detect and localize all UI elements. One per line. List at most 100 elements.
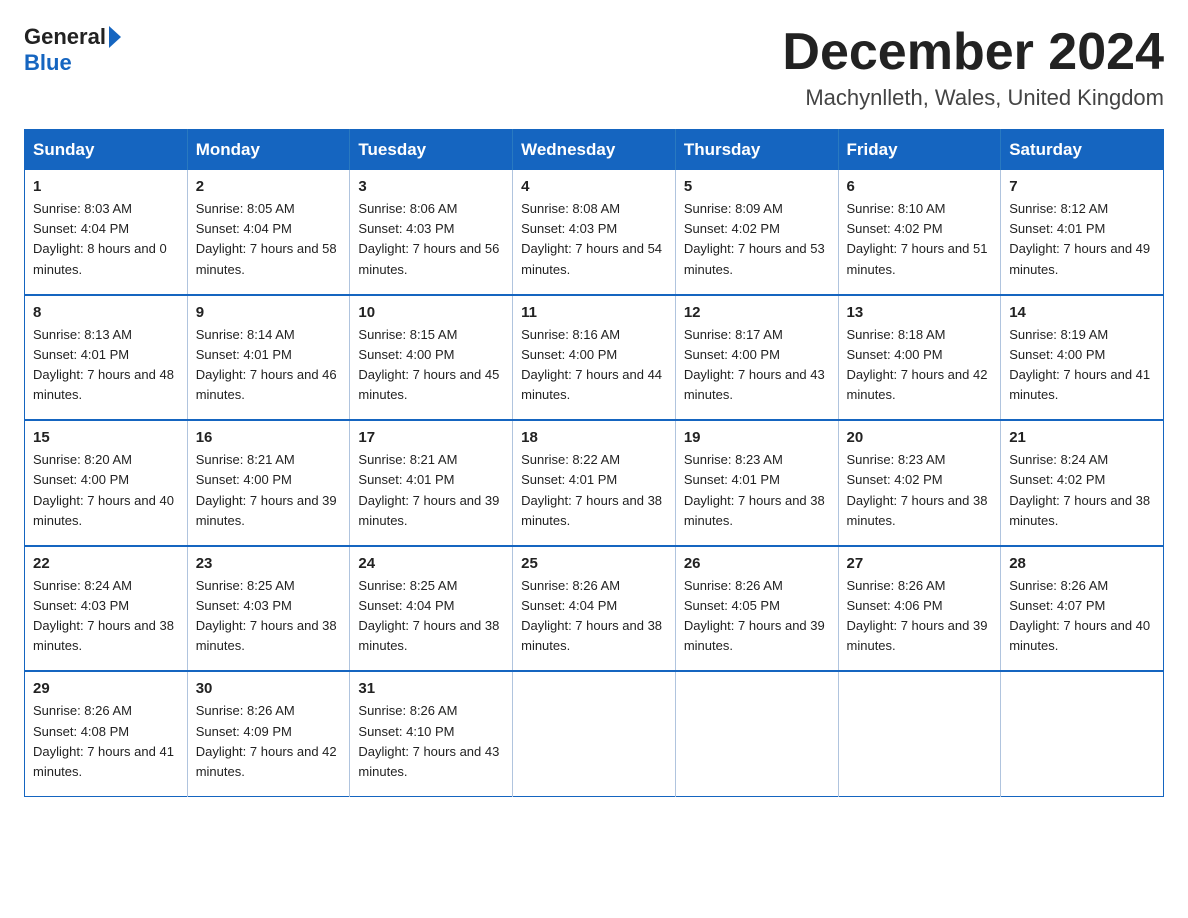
day-number: 21 [1009,429,1155,446]
day-info: Sunrise: 8:24 AMSunset: 4:02 PMDaylight:… [1009,452,1150,527]
calendar-day-cell: 30 Sunrise: 8:26 AMSunset: 4:09 PMDaylig… [187,671,350,796]
calendar-day-cell: 8 Sunrise: 8:13 AMSunset: 4:01 PMDayligh… [25,295,188,421]
day-number: 7 [1009,178,1155,195]
logo: General Blue [24,24,124,76]
day-number: 13 [847,304,993,321]
location: Machynlleth, Wales, United Kingdom [782,85,1164,111]
day-info: Sunrise: 8:19 AMSunset: 4:00 PMDaylight:… [1009,327,1150,402]
title-block: December 2024 Machynlleth, Wales, United… [782,24,1164,111]
day-info: Sunrise: 8:26 AMSunset: 4:05 PMDaylight:… [684,578,825,653]
calendar-day-cell: 11 Sunrise: 8:16 AMSunset: 4:00 PMDaylig… [513,295,676,421]
day-number: 29 [33,680,179,697]
day-info: Sunrise: 8:26 AMSunset: 4:04 PMDaylight:… [521,578,662,653]
calendar-day-cell: 1 Sunrise: 8:03 AMSunset: 4:04 PMDayligh… [25,170,188,295]
day-info: Sunrise: 8:15 AMSunset: 4:00 PMDaylight:… [358,327,499,402]
col-sunday: Sunday [25,130,188,171]
day-number: 11 [521,304,667,321]
day-info: Sunrise: 8:08 AMSunset: 4:03 PMDaylight:… [521,201,662,276]
day-number: 14 [1009,304,1155,321]
calendar-week-row: 22 Sunrise: 8:24 AMSunset: 4:03 PMDaylig… [25,546,1164,672]
col-wednesday: Wednesday [513,130,676,171]
day-info: Sunrise: 8:21 AMSunset: 4:00 PMDaylight:… [196,452,337,527]
day-info: Sunrise: 8:23 AMSunset: 4:01 PMDaylight:… [684,452,825,527]
col-saturday: Saturday [1001,130,1164,171]
day-info: Sunrise: 8:12 AMSunset: 4:01 PMDaylight:… [1009,201,1150,276]
calendar-day-cell: 3 Sunrise: 8:06 AMSunset: 4:03 PMDayligh… [350,170,513,295]
calendar-day-cell: 21 Sunrise: 8:24 AMSunset: 4:02 PMDaylig… [1001,420,1164,546]
day-info: Sunrise: 8:18 AMSunset: 4:00 PMDaylight:… [847,327,988,402]
logo-blue-text: Blue [24,50,72,76]
col-monday: Monday [187,130,350,171]
day-number: 24 [358,555,504,572]
day-number: 22 [33,555,179,572]
day-number: 5 [684,178,830,195]
day-info: Sunrise: 8:17 AMSunset: 4:00 PMDaylight:… [684,327,825,402]
day-info: Sunrise: 8:26 AMSunset: 4:10 PMDaylight:… [358,703,499,778]
day-number: 19 [684,429,830,446]
calendar-day-cell: 4 Sunrise: 8:08 AMSunset: 4:03 PMDayligh… [513,170,676,295]
day-number: 4 [521,178,667,195]
calendar-day-cell [513,671,676,796]
month-title: December 2024 [782,24,1164,81]
day-number: 12 [684,304,830,321]
day-info: Sunrise: 8:06 AMSunset: 4:03 PMDaylight:… [358,201,499,276]
day-number: 31 [358,680,504,697]
day-number: 27 [847,555,993,572]
day-number: 10 [358,304,504,321]
day-number: 8 [33,304,179,321]
calendar-day-cell: 31 Sunrise: 8:26 AMSunset: 4:10 PMDaylig… [350,671,513,796]
calendar-header-row: Sunday Monday Tuesday Wednesday Thursday… [25,130,1164,171]
day-info: Sunrise: 8:03 AMSunset: 4:04 PMDaylight:… [33,201,167,276]
col-thursday: Thursday [675,130,838,171]
day-info: Sunrise: 8:09 AMSunset: 4:02 PMDaylight:… [684,201,825,276]
day-info: Sunrise: 8:22 AMSunset: 4:01 PMDaylight:… [521,452,662,527]
day-info: Sunrise: 8:13 AMSunset: 4:01 PMDaylight:… [33,327,174,402]
calendar-day-cell: 28 Sunrise: 8:26 AMSunset: 4:07 PMDaylig… [1001,546,1164,672]
day-info: Sunrise: 8:25 AMSunset: 4:04 PMDaylight:… [358,578,499,653]
day-info: Sunrise: 8:26 AMSunset: 4:06 PMDaylight:… [847,578,988,653]
calendar-day-cell: 18 Sunrise: 8:22 AMSunset: 4:01 PMDaylig… [513,420,676,546]
calendar-day-cell: 22 Sunrise: 8:24 AMSunset: 4:03 PMDaylig… [25,546,188,672]
calendar-week-row: 15 Sunrise: 8:20 AMSunset: 4:00 PMDaylig… [25,420,1164,546]
calendar-day-cell: 20 Sunrise: 8:23 AMSunset: 4:02 PMDaylig… [838,420,1001,546]
day-number: 1 [33,178,179,195]
day-number: 17 [358,429,504,446]
calendar-day-cell: 15 Sunrise: 8:20 AMSunset: 4:00 PMDaylig… [25,420,188,546]
day-info: Sunrise: 8:16 AMSunset: 4:00 PMDaylight:… [521,327,662,402]
calendar-day-cell [675,671,838,796]
calendar-table: Sunday Monday Tuesday Wednesday Thursday… [24,129,1164,797]
day-number: 6 [847,178,993,195]
day-info: Sunrise: 8:26 AMSunset: 4:07 PMDaylight:… [1009,578,1150,653]
day-info: Sunrise: 8:10 AMSunset: 4:02 PMDaylight:… [847,201,988,276]
calendar-day-cell [1001,671,1164,796]
day-number: 18 [521,429,667,446]
day-number: 26 [684,555,830,572]
calendar-day-cell: 24 Sunrise: 8:25 AMSunset: 4:04 PMDaylig… [350,546,513,672]
calendar-day-cell: 19 Sunrise: 8:23 AMSunset: 4:01 PMDaylig… [675,420,838,546]
calendar-week-row: 8 Sunrise: 8:13 AMSunset: 4:01 PMDayligh… [25,295,1164,421]
calendar-day-cell: 29 Sunrise: 8:26 AMSunset: 4:08 PMDaylig… [25,671,188,796]
calendar-day-cell: 7 Sunrise: 8:12 AMSunset: 4:01 PMDayligh… [1001,170,1164,295]
day-number: 23 [196,555,342,572]
calendar-day-cell: 6 Sunrise: 8:10 AMSunset: 4:02 PMDayligh… [838,170,1001,295]
day-info: Sunrise: 8:23 AMSunset: 4:02 PMDaylight:… [847,452,988,527]
day-number: 30 [196,680,342,697]
calendar-day-cell: 25 Sunrise: 8:26 AMSunset: 4:04 PMDaylig… [513,546,676,672]
calendar-day-cell: 17 Sunrise: 8:21 AMSunset: 4:01 PMDaylig… [350,420,513,546]
day-info: Sunrise: 8:26 AMSunset: 4:08 PMDaylight:… [33,703,174,778]
col-tuesday: Tuesday [350,130,513,171]
day-info: Sunrise: 8:26 AMSunset: 4:09 PMDaylight:… [196,703,337,778]
day-number: 15 [33,429,179,446]
calendar-week-row: 1 Sunrise: 8:03 AMSunset: 4:04 PMDayligh… [25,170,1164,295]
day-number: 16 [196,429,342,446]
day-number: 20 [847,429,993,446]
day-info: Sunrise: 8:21 AMSunset: 4:01 PMDaylight:… [358,452,499,527]
logo-arrow-icon [109,26,121,48]
calendar-day-cell: 23 Sunrise: 8:25 AMSunset: 4:03 PMDaylig… [187,546,350,672]
calendar-day-cell [838,671,1001,796]
calendar-day-cell: 2 Sunrise: 8:05 AMSunset: 4:04 PMDayligh… [187,170,350,295]
calendar-day-cell: 14 Sunrise: 8:19 AMSunset: 4:00 PMDaylig… [1001,295,1164,421]
day-info: Sunrise: 8:14 AMSunset: 4:01 PMDaylight:… [196,327,337,402]
day-number: 28 [1009,555,1155,572]
day-number: 3 [358,178,504,195]
